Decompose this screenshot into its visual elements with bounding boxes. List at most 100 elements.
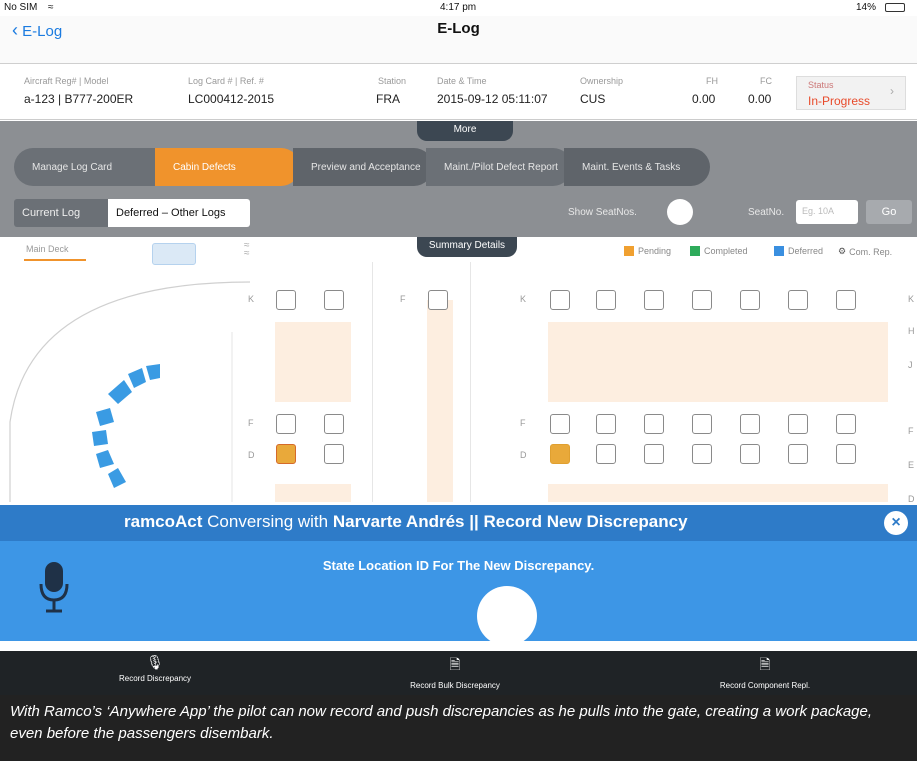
seat[interactable] (644, 444, 664, 464)
cockpit-window (92, 430, 108, 446)
galley-zone (548, 484, 888, 502)
station-label: Station (378, 76, 407, 86)
show-seatnos-toggle[interactable] (667, 199, 693, 225)
row-label-f: F (248, 418, 254, 428)
seat-pending[interactable] (550, 444, 570, 464)
mic-body (45, 562, 63, 592)
row-label-d: D (248, 450, 255, 460)
battery-percent: 14% (856, 2, 877, 13)
tab-deferred-logs[interactable]: Deferred – Other Logs (108, 199, 250, 227)
wifi-icon: ≈ (48, 2, 54, 13)
logcard-value: LC000412-2015 (188, 92, 275, 106)
seat[interactable] (836, 444, 856, 464)
document-gear-icon: 🗎 (759, 656, 771, 672)
datetime-label: Date & Time (437, 76, 487, 86)
more-tab[interactable]: More (417, 121, 513, 141)
record-discrepancy-button[interactable]: 🎙 Record Discrepancy (90, 651, 220, 695)
seat[interactable] (740, 444, 760, 464)
pending-swatch (624, 246, 634, 256)
datetime-value: 2015-09-12 05:11:07 (437, 92, 548, 106)
assistant-conversing: Conversing with (207, 512, 329, 531)
fc-label: FC (760, 76, 772, 86)
expand-icon[interactable]: › (890, 84, 894, 98)
galley-zone (548, 322, 888, 402)
fc-value: 0.00 (748, 92, 772, 106)
legend-completed-label: Completed (704, 246, 748, 256)
seat[interactable] (550, 290, 570, 310)
cockpit-window (108, 468, 126, 488)
legend-pending: Pending (624, 246, 671, 256)
assistant-context: || Record New Discrepancy (469, 512, 688, 531)
seat[interactable] (836, 290, 856, 310)
cockpit-window (108, 380, 132, 404)
tab-main-deck[interactable]: Main Deck (26, 244, 69, 254)
seat[interactable] (788, 444, 808, 464)
step-cabin-defects[interactable]: Cabin Defects (155, 148, 300, 186)
step-maint-events[interactable]: Maint. Events & Tasks (564, 148, 710, 186)
row-label-d: D (908, 494, 915, 504)
aircraft-label: Aircraft Reg# | Model (24, 76, 109, 86)
cockpit-windows (92, 364, 160, 488)
seat[interactable] (428, 290, 448, 310)
seat[interactable] (644, 414, 664, 434)
seat[interactable] (276, 414, 296, 434)
close-icon[interactable]: × (884, 511, 908, 535)
seatno-label: SeatNo. (748, 207, 785, 218)
seat[interactable] (276, 290, 296, 310)
seat[interactable] (644, 290, 664, 310)
station-value: FRA (376, 92, 400, 106)
cabin-divider (372, 262, 373, 502)
seat[interactable] (692, 290, 712, 310)
gear-icon: ⚙ (838, 246, 847, 256)
seatno-input[interactable]: Eg. 10A (796, 200, 858, 224)
galley-zone (275, 322, 351, 402)
seat[interactable] (788, 414, 808, 434)
seat[interactable] (836, 414, 856, 434)
row-label-f: F (908, 426, 914, 436)
voice-record-button[interactable] (477, 586, 537, 646)
status-label: Status (808, 80, 834, 90)
seat[interactable] (740, 290, 760, 310)
assistant-title: ramcoAct Conversing with Narvarte Andrés… (124, 512, 688, 532)
drag-handle-icon[interactable]: ≈ ≈ (244, 241, 250, 259)
seat[interactable] (740, 414, 760, 434)
summary-details-tab[interactable]: Summary Details (417, 237, 517, 257)
seat[interactable] (692, 414, 712, 434)
show-seatnos-label: Show SeatNos. (568, 207, 637, 218)
record-bulk-label: Record Bulk Discrepancy (410, 681, 500, 690)
legend-deferred-label: Deferred (788, 246, 824, 256)
row-label-f: F (400, 294, 406, 304)
fh-label: FH (706, 76, 718, 86)
seat[interactable] (324, 414, 344, 434)
record-bulk-discrepancy-button[interactable]: 🗎 Record Bulk Discrepancy (380, 651, 530, 695)
microphone-small-icon: 🎙 (146, 654, 164, 670)
tab-current-log[interactable]: Current Log (14, 199, 108, 227)
ownership-label: Ownership (580, 76, 624, 86)
seat[interactable] (596, 414, 616, 434)
seat[interactable] (596, 444, 616, 464)
assistant-prompt: State Location ID For The New Discrepanc… (322, 558, 595, 573)
cabin-divider (470, 262, 471, 502)
seat[interactable] (324, 444, 344, 464)
seat[interactable] (550, 414, 570, 434)
seat[interactable] (324, 290, 344, 310)
step-defect-report[interactable]: Maint./Pilot Defect Report (426, 148, 572, 186)
record-component-label: Record Component Repl. (719, 681, 811, 690)
record-component-repl-button[interactable]: 🗎 Record Component Repl. (690, 651, 840, 695)
microphone-icon[interactable] (38, 560, 70, 616)
row-label-d: D (520, 450, 527, 460)
seat[interactable] (788, 290, 808, 310)
app-screen: No SIM ≈ 4:17 pm 14% ‹ E-Log E-Log Aircr… (0, 0, 917, 761)
step-preview-acceptance[interactable]: Preview and Acceptance (293, 148, 433, 186)
seat-pending[interactable] (276, 444, 296, 464)
seat[interactable] (596, 290, 616, 310)
assistant-body (0, 541, 917, 641)
step-manage-log-card[interactable]: Manage Log Card (14, 148, 164, 186)
seat[interactable] (692, 444, 712, 464)
go-button[interactable]: Go (866, 200, 912, 224)
row-label-k: K (248, 294, 255, 304)
row-label-k: K (908, 294, 915, 304)
galley-zone (427, 300, 453, 502)
assistant-user: Narvarte Andrés (332, 512, 465, 531)
record-discrepancy-label: Record Discrepancy (118, 674, 192, 683)
